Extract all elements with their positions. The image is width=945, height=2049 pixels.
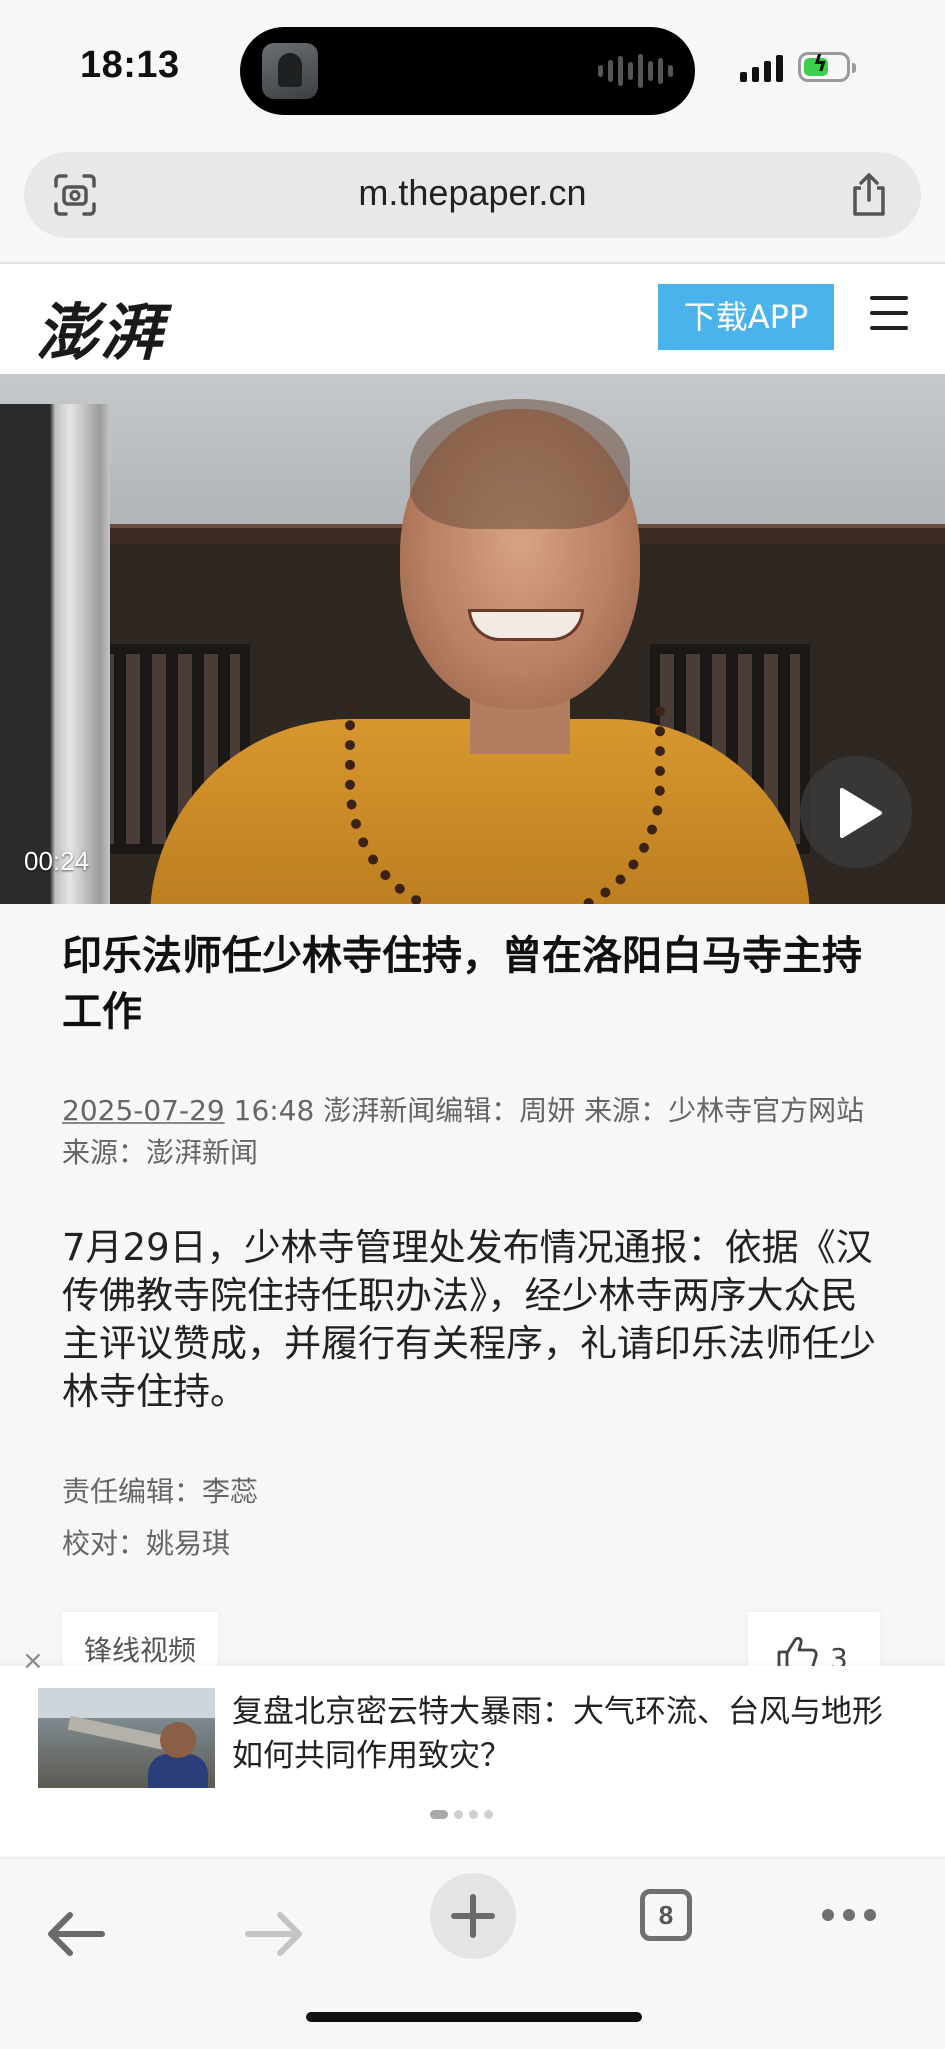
- carousel-indicator: [430, 1810, 493, 1819]
- status-time: 18:13: [80, 44, 180, 86]
- recommendation-card[interactable]: 复盘北京密云特大暴雨：大气环流、台风与地形如何共同作用致灾？: [0, 1666, 945, 1856]
- plus-icon: [451, 1894, 495, 1938]
- hamburger-menu-icon[interactable]: [870, 296, 908, 336]
- share-icon[interactable]: [847, 172, 891, 218]
- cellular-signal-icon: [740, 54, 783, 82]
- close-icon[interactable]: ×: [22, 1648, 44, 1674]
- recommendation-title[interactable]: 复盘北京密云特大暴雨：大气环流、台风与地形如何共同作用致灾？: [232, 1690, 912, 1778]
- tab-switcher-button[interactable]: 8: [640, 1889, 692, 1941]
- responsible-editor: 责任编辑：李蕊: [62, 1475, 259, 1508]
- forward-arrow-icon[interactable]: [244, 1911, 304, 1957]
- download-app-button[interactable]: 下载APP: [658, 284, 834, 350]
- home-indicator[interactable]: [306, 2012, 642, 2022]
- video-subject: [345, 704, 665, 904]
- status-bar: 18:13 ϟ: [0, 0, 945, 140]
- video-player[interactable]: 00:24: [0, 374, 945, 904]
- more-options-icon[interactable]: [822, 1909, 876, 1921]
- video-scenery: [0, 404, 110, 904]
- video-subject: [410, 399, 630, 529]
- url-text[interactable]: m.thepaper.cn: [24, 172, 921, 214]
- play-icon: [840, 788, 882, 838]
- article-meta: 2025-07-29 16:48 澎湃新闻编辑：周妍 来源：少林寺官方网站 来源…: [62, 1090, 882, 1174]
- audio-waveform-icon: [598, 53, 673, 89]
- now-playing-thumbnail: [262, 43, 318, 99]
- publish-time: 16:48: [233, 1094, 315, 1127]
- dynamic-island[interactable]: [240, 27, 695, 115]
- proofreader: 校对：姚易琪: [62, 1527, 231, 1560]
- play-button[interactable]: [800, 756, 912, 868]
- back-arrow-icon[interactable]: [46, 1911, 106, 1957]
- address-bar[interactable]: m.thepaper.cn: [24, 152, 921, 238]
- battery-icon: ϟ: [798, 52, 856, 82]
- site-logo[interactable]: 澎湃: [36, 282, 164, 372]
- charging-bolt-icon: ϟ: [813, 52, 828, 77]
- article-body: 7月29日，少林寺管理处发布情况通报：依据《汉传佛教寺院住持任职办法》，经少林寺…: [62, 1226, 876, 1413]
- site-header: 澎湃 下载APP: [0, 264, 945, 374]
- new-tab-button[interactable]: [430, 1873, 516, 1959]
- video-duration: 00:24: [24, 846, 90, 876]
- recommendation-thumbnail[interactable]: [38, 1688, 215, 1788]
- article-title: 印乐法师任少林寺住持，曾在洛阳白马寺主持工作: [62, 933, 862, 1035]
- publish-date[interactable]: 2025-07-29: [62, 1094, 225, 1127]
- video-subject: [468, 609, 584, 641]
